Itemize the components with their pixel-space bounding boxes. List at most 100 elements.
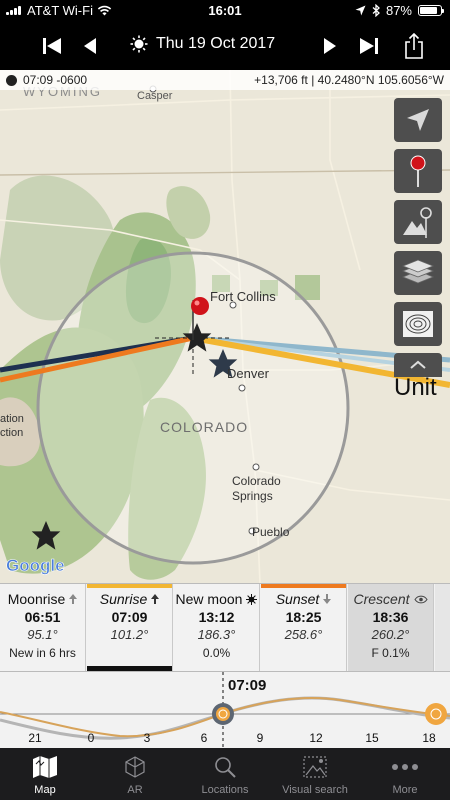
- terrain-pin-button[interactable]: [394, 200, 442, 244]
- tab-map[interactable]: Map: [0, 748, 90, 800]
- tab-map-label: Map: [34, 784, 56, 796]
- timeline-tick: 15: [365, 731, 379, 745]
- arrow-up-icon: [151, 594, 160, 604]
- mountain-pin-icon: [403, 207, 432, 238]
- battery-icon: [418, 5, 444, 16]
- red-pin-icon: [410, 155, 426, 187]
- tab-visual-search[interactable]: Visual search: [270, 748, 360, 800]
- tab-locations-label: Locations: [201, 784, 249, 796]
- card-sunset-angle: 258.6°: [284, 627, 323, 642]
- card-moonrise-time: 06:51: [24, 609, 61, 625]
- tab-locations[interactable]: Locations: [180, 748, 270, 800]
- battery-percent: 87%: [385, 3, 412, 18]
- map-icon: [33, 756, 57, 778]
- map-info-bar: 07:09 -0600 +13,706 ft | 40.2480°N 105.6…: [0, 70, 450, 90]
- magnifier-icon: [215, 757, 236, 778]
- arrow-up-icon: [69, 594, 78, 604]
- card-crescent-sub: F 0.1%: [371, 646, 410, 660]
- card-crescent-title-row: Crescent: [348, 590, 433, 608]
- tab-visual-search-label: Visual search: [282, 784, 348, 796]
- card-moonrise-angle: 95.1°: [27, 627, 58, 642]
- tab-more-label: More: [392, 784, 418, 796]
- timeline-tick: 18: [422, 731, 436, 745]
- label-unit: Unit: [394, 374, 437, 401]
- card-crescent-time: 18:36: [372, 609, 409, 625]
- card-sunrise-angle: 101.2°: [110, 627, 149, 642]
- date-nav-bar: Thu 19 Oct 2017: [0, 22, 450, 70]
- share-icon: [405, 33, 423, 59]
- map-layers-button[interactable]: [394, 251, 442, 295]
- timeline-tick: 0: [87, 731, 95, 745]
- card-sunrise-title: Sunrise: [99, 591, 148, 607]
- location-arrow-icon: [355, 5, 366, 16]
- label-pueblo: Pueblo: [252, 525, 290, 539]
- label-colorado-springs-2: Springs: [232, 489, 273, 503]
- card-sunrise-title-row: Sunrise: [87, 590, 172, 608]
- date-label: Thu 19 Oct 2017: [156, 35, 276, 52]
- sun-icon: [130, 35, 148, 53]
- layers-icon: [401, 259, 435, 284]
- sunset-position-marker: [425, 703, 447, 725]
- share-button[interactable]: [400, 31, 428, 61]
- chevron-right-icon: [324, 38, 336, 54]
- card-new-moon-title-row: New moon: [174, 590, 259, 608]
- current-location-button[interactable]: [394, 98, 442, 142]
- card-moonrise-sub: New in 6 hrs: [9, 646, 76, 660]
- bluetooth-icon: [372, 4, 380, 17]
- map-coords-label: +13,706 ft | 40.2480°N 105.6056°W: [254, 73, 444, 87]
- card-moonrise-title-row: Moonrise: [0, 590, 85, 608]
- card-crescent-title: Crescent: [353, 591, 410, 607]
- timeline[interactable]: 07:09 21 0 3 6 9 12 15 18: [0, 671, 450, 749]
- tab-ar[interactable]: AR: [90, 748, 180, 800]
- timeline-tick: 12: [309, 731, 323, 745]
- date-display[interactable]: Thu 19 Oct 2017: [130, 35, 275, 53]
- label-casper: Casper: [137, 90, 173, 102]
- first-day-button[interactable]: [38, 34, 66, 58]
- timeline-tick: 6: [200, 731, 208, 745]
- sunrise-color-bar: [87, 584, 172, 588]
- tab-more[interactable]: More: [360, 748, 450, 800]
- label-fort-collins: Fort Collins: [210, 289, 276, 304]
- card-sunset-title-row: Sunset: [261, 590, 346, 608]
- timeline-tick: 9: [256, 731, 264, 745]
- label-colorado: COLORADO: [160, 419, 248, 435]
- next-day-button[interactable]: [316, 34, 344, 58]
- expand-toolbar-button[interactable]: [394, 353, 442, 377]
- label-denver: Denver: [227, 366, 270, 381]
- contour-map-button[interactable]: [394, 302, 442, 346]
- city-dot-colorado-springs: [252, 463, 260, 471]
- drop-pin-button[interactable]: [394, 149, 442, 193]
- moon-phase-icon: [6, 74, 17, 86]
- card-new-moon-sub: 0.0%: [202, 646, 231, 660]
- card-next-partial[interactable]: [435, 584, 450, 671]
- label-left-partial-2: ction: [0, 427, 23, 439]
- more-dots-icon: [392, 764, 418, 770]
- visual-search-icon: [303, 756, 327, 778]
- arrow-down-icon: [323, 594, 332, 604]
- card-moonrise[interactable]: Moonrise 06:51 95.1° New in 6 hrs: [0, 584, 86, 671]
- range-circle: [36, 251, 350, 565]
- previous-day-button[interactable]: [76, 34, 104, 58]
- contour-icon: [403, 311, 433, 337]
- label-left-partial-1: ation: [0, 413, 24, 425]
- map-view[interactable]: WYOMING Casper Fort Collins Denver COLOR…: [0, 70, 450, 583]
- skip-forward-icon: [360, 38, 378, 54]
- card-sunset[interactable]: Sunset 18:25 258.6°: [261, 584, 347, 671]
- eye-icon: [413, 595, 428, 603]
- skip-back-icon: [43, 38, 61, 54]
- card-new-moon-angle: 186.3°: [197, 627, 236, 642]
- card-new-moon-time: 13:12: [198, 609, 235, 625]
- chevron-up-icon: [410, 360, 426, 369]
- navigation-arrow-icon: [407, 109, 429, 131]
- sun-position-marker: [216, 707, 230, 721]
- card-sunrise[interactable]: Sunrise 07:09 101.2°: [87, 584, 173, 671]
- map-canvas[interactable]: WYOMING Casper Fort Collins Denver COLOR…: [0, 70, 450, 583]
- map-time-label: 07:09 -0600: [23, 73, 88, 87]
- tab-bar: Map AR Locations Visual search More: [0, 748, 450, 800]
- label-colorado-springs-1: Colorado: [232, 474, 281, 488]
- card-sunset-time: 18:25: [285, 609, 322, 625]
- card-crescent[interactable]: Crescent 18:36 260.2° F 0.1%: [348, 584, 434, 671]
- timeline-tick: 3: [143, 731, 151, 745]
- card-new-moon[interactable]: New moon 13:12 186.3° 0.0%: [174, 584, 260, 671]
- last-day-button[interactable]: [355, 34, 383, 58]
